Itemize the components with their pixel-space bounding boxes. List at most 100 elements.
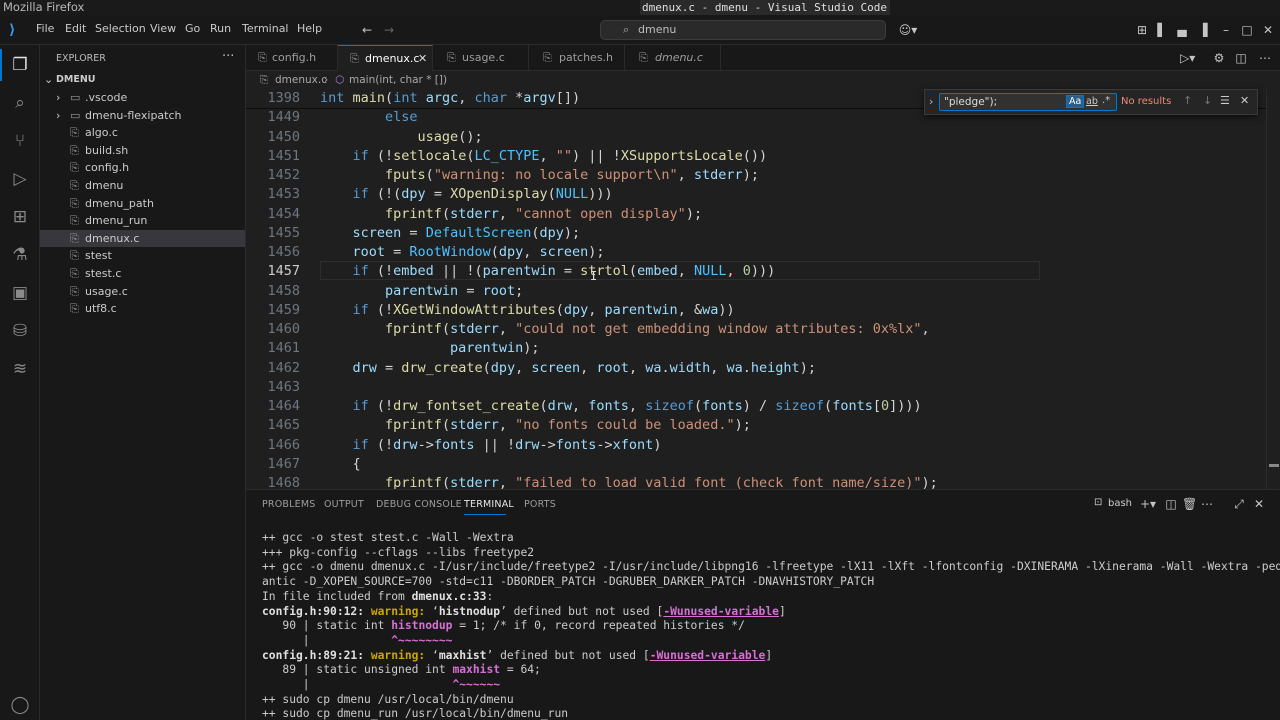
menu-go[interactable]: Go: [185, 22, 200, 35]
menu-edit[interactable]: Edit: [65, 22, 86, 35]
tab-usage-c[interactable]: ⎘ usage.c: [433, 45, 529, 71]
code-line[interactable]: if (!embed || !(parentwin = strtol(embed…: [320, 262, 776, 281]
code-editor[interactable]: 1398 int main(int argc, char *argv[]) 1449…: [246, 89, 1266, 489]
toggle-sidebar-icon[interactable]: ▌: [1155, 23, 1169, 37]
maximize-icon[interactable]: □: [1240, 23, 1254, 37]
kill-terminal-icon[interactable]: 🗑: [1182, 497, 1197, 511]
search-icon[interactable]: ⌕: [8, 91, 32, 115]
split-terminal-icon[interactable]: ◫: [1164, 497, 1178, 511]
tab-debug-console[interactable]: DEBUG CONSOLE: [376, 499, 462, 510]
menu-selection[interactable]: Selection: [95, 22, 146, 35]
tree-item[interactable]: › ▭ dmenu-flexipatch: [40, 107, 245, 124]
tab-ports[interactable]: PORTS: [524, 499, 556, 510]
tree-item[interactable]: › ▭ .vscode: [40, 89, 245, 106]
code-line[interactable]: if (!drw_fontset_create(drw, fonts, size…: [320, 397, 922, 416]
run-debug-icon[interactable]: ▷: [8, 167, 32, 191]
code-line[interactable]: parentwin);: [320, 339, 539, 358]
code-line[interactable]: if (!(dpy = XOpenDisplay(NULL))): [320, 185, 613, 204]
database-icon[interactable]: ⛁: [8, 319, 32, 343]
previous-match-icon[interactable]: ↑: [1183, 94, 1192, 107]
more-actions-icon[interactable]: ···: [222, 49, 234, 64]
tree-item[interactable]: ⎘ dmenu: [40, 177, 245, 194]
tree-item[interactable]: ⎘ utf8.c: [40, 300, 245, 317]
code-line[interactable]: fprintf(stderr, "failed to load valid fo…: [320, 474, 938, 489]
code-line[interactable]: drw = drw_create(dpy, screen, root, wa.w…: [320, 359, 816, 378]
tab-problems[interactable]: PROBLEMS: [262, 499, 315, 510]
menu-terminal[interactable]: Terminal: [242, 22, 289, 35]
breadcrumb-file[interactable]: dmenux.c: [275, 71, 327, 89]
toggle-secondary-sidebar-icon[interactable]: ▐: [1196, 23, 1210, 37]
close-tab-icon[interactable]: ✕: [418, 46, 427, 72]
menu-view[interactable]: View: [150, 22, 176, 35]
settings-gear-icon[interactable]: ⚙: [1212, 51, 1226, 65]
tree-item[interactable]: ⎘ usage.c: [40, 283, 245, 300]
tree-item[interactable]: ⎘ dmenu_path: [40, 195, 245, 212]
tab-patches-h[interactable]: ⎘ patches.h: [529, 45, 625, 71]
tab-dmenux-c[interactable]: ⎘ dmenux.c ✕: [338, 45, 433, 71]
code-line[interactable]: fprintf(stderr, "no fonts could be loade…: [320, 416, 751, 435]
tree-item[interactable]: ⎘ stest.c: [40, 265, 245, 282]
tab-dmenu-c[interactable]: ⎘ dmenu.c: [625, 45, 721, 71]
customize-layout-icon[interactable]: ⊞: [1135, 23, 1149, 37]
tree-item[interactable]: ⎘ dmenux.c: [40, 229, 245, 247]
minimize-icon[interactable]: –: [1219, 23, 1233, 37]
close-window-icon[interactable]: ✕: [1261, 23, 1275, 37]
forward-arrow-icon[interactable]: →: [382, 23, 396, 37]
match-case-icon[interactable]: Aa: [1066, 95, 1085, 108]
close-panel-icon[interactable]: ✕: [1252, 497, 1266, 511]
command-center-search[interactable]: ⌕ dmenu: [600, 20, 886, 40]
editor-scrollbar[interactable]: [1266, 89, 1280, 489]
back-arrow-icon[interactable]: ←: [360, 23, 374, 37]
tree-item[interactable]: ⎘ algo.c: [40, 124, 245, 141]
split-editor-icon[interactable]: ◫: [1234, 51, 1248, 65]
source-control-icon[interactable]: ⑂: [8, 129, 32, 153]
layers-icon[interactable]: ≋: [8, 357, 32, 381]
extensions-icon[interactable]: ⊞: [8, 205, 32, 229]
regex-icon[interactable]: .*: [1102, 95, 1110, 106]
code-line[interactable]: screen = DefaultScreen(dpy);: [320, 224, 581, 243]
menu-run[interactable]: Run: [210, 22, 231, 35]
new-terminal-icon[interactable]: +▾: [1136, 497, 1160, 511]
tab-label: dmenu.c: [655, 51, 703, 64]
maximize-panel-icon[interactable]: ⤢: [1232, 497, 1246, 511]
remote-explorer-icon[interactable]: ▣: [8, 281, 32, 305]
code-line[interactable]: {: [320, 455, 361, 474]
menu-help[interactable]: Help: [297, 22, 322, 35]
expand-replace-icon[interactable]: ›: [929, 95, 933, 108]
close-find-icon[interactable]: ✕: [1240, 94, 1249, 107]
account-icon[interactable]: ◯: [8, 693, 32, 717]
code-line[interactable]: root = RootWindow(dpy, screen);: [320, 243, 605, 262]
code-line[interactable]: usage();: [320, 128, 483, 147]
code-line[interactable]: else: [320, 108, 418, 127]
code-line[interactable]: fprintf(stderr, "cannot open display");: [320, 205, 702, 224]
testing-icon[interactable]: ⚗: [8, 243, 32, 267]
more-actions-icon[interactable]: ⋯: [1258, 51, 1272, 65]
code-line[interactable]: if (!drw->fonts || !drw->fonts->xfont): [320, 436, 662, 455]
find-in-selection-icon[interactable]: ☰: [1220, 94, 1230, 107]
run-icon[interactable]: ▷▾: [1180, 51, 1195, 65]
tab-output[interactable]: OUTPUT: [324, 499, 364, 510]
tree-item[interactable]: ⎘ stest: [40, 247, 245, 264]
tree-item[interactable]: ⎘ config.h: [40, 159, 245, 176]
code-line[interactable]: int main(int argc, char *argv[]): [320, 89, 580, 108]
toggle-panel-icon[interactable]: ▄: [1175, 23, 1189, 37]
code-line[interactable]: fputs("warning: no locale support\n", st…: [320, 166, 759, 185]
code-line[interactable]: fprintf(stderr, "could not get embedding…: [320, 320, 930, 339]
menu-file[interactable]: File: [36, 22, 54, 35]
shell-name[interactable]: bash: [1108, 498, 1132, 509]
code-line[interactable]: parentwin = root;: [320, 282, 523, 301]
find-input[interactable]: "pledge"); Aa ab .*: [939, 93, 1117, 111]
breadcrumb-symbol[interactable]: main(int, char * []): [349, 71, 447, 89]
copilot-icon[interactable]: ☺▾: [896, 23, 920, 37]
folder-root[interactable]: ⌄ DMENU: [40, 71, 245, 88]
whole-word-icon[interactable]: ab: [1086, 96, 1098, 107]
more-actions-icon[interactable]: ⋯: [1200, 497, 1214, 511]
tree-item[interactable]: ⎘ dmenu_run: [40, 212, 245, 229]
next-match-icon[interactable]: ↓: [1203, 94, 1212, 107]
tab-config-h[interactable]: ⎘ config.h: [246, 45, 338, 71]
explorer-icon[interactable]: ❐: [8, 53, 32, 77]
tab-terminal[interactable]: TERMINAL: [464, 499, 514, 510]
code-line[interactable]: if (!setlocale(LC_CTYPE, "") || !XSuppor…: [320, 147, 768, 166]
tree-item[interactable]: ⎘ build.sh: [40, 142, 245, 159]
code-line[interactable]: if (!XGetWindowAttributes(dpy, parentwin…: [320, 301, 735, 320]
